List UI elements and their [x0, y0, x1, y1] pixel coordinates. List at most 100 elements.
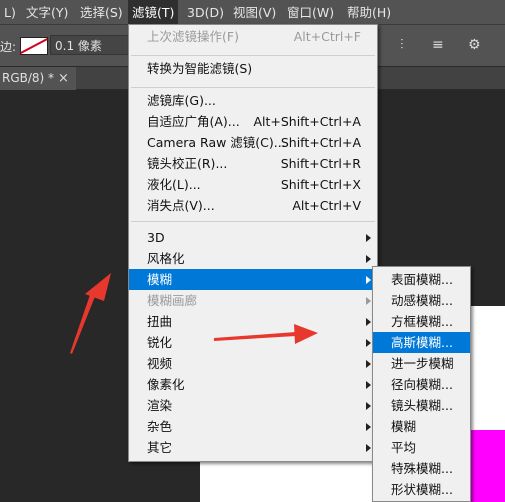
menu-item-shortcut: Shift+Ctrl+R: [280, 156, 361, 171]
menu-item-blur-gallery: 模糊画廊: [129, 290, 377, 311]
menu-item-label: 液化(L)...: [147, 177, 201, 192]
menu-item-label: 像素化: [147, 377, 185, 392]
menu-item-last-filter: 上次滤镜操作(F) Alt+Ctrl+F: [129, 26, 377, 47]
menu-item-label: 杂色: [147, 419, 173, 434]
submenu-arrow-icon: [366, 360, 371, 368]
stroke-color-swatch[interactable]: [20, 37, 48, 55]
submenu-arrow-icon: [366, 255, 371, 263]
menu-select[interactable]: 选择(S): [76, 0, 127, 25]
menu-separator: [131, 55, 375, 56]
submenu-arrow-icon: [366, 444, 371, 452]
menu-item-shortcut: Alt+Shift+Ctrl+A: [253, 114, 361, 129]
menu-item-label: 特殊模糊...: [391, 461, 453, 476]
submenu-arrow-icon: [366, 381, 371, 389]
menu-item-noise[interactable]: 杂色: [129, 416, 377, 437]
menu-item-label: 渲染: [147, 398, 173, 413]
menu-item-label: 转换为智能滤镜(S): [147, 61, 253, 76]
menu-item-label: 表面模糊...: [391, 272, 453, 287]
menu-item-video[interactable]: 视频: [129, 353, 377, 374]
menu-help[interactable]: 帮助(H): [343, 0, 395, 25]
menu-item-label: 模糊: [391, 419, 417, 434]
menu-filter[interactable]: 滤镜(T): [128, 0, 179, 25]
menu-view[interactable]: 视图(V): [229, 0, 280, 25]
menu-item-camera-raw[interactable]: Camera Raw 滤镜(C)... Shift+Ctrl+A: [129, 132, 377, 153]
menu-item-label: 方框模糊...: [391, 314, 453, 329]
gear-icon[interactable]: ⚙: [468, 37, 481, 53]
close-icon[interactable]: ×: [58, 67, 69, 90]
stroke-label: 边:: [0, 40, 17, 54]
menu-item-label: 自适应广角(A)...: [147, 114, 240, 129]
menu-item-convert-smart-filter[interactable]: 转换为智能滤镜(S): [129, 58, 377, 79]
stroke-width-field[interactable]: 0.1 像素: [50, 35, 130, 55]
menu-item-liquify[interactable]: 液化(L)... Shift+Ctrl+X: [129, 174, 377, 195]
menu-item-blur[interactable]: 模糊: [129, 269, 377, 290]
menu-item-label: 径向模糊...: [391, 377, 453, 392]
blur-submenu: 表面模糊... 动感模糊... 方框模糊... 高斯模糊... 进一步模糊 径向…: [372, 266, 471, 502]
menu-window[interactable]: 窗口(W): [283, 0, 338, 25]
submenu-item-surface-blur[interactable]: 表面模糊...: [373, 269, 470, 290]
menu-item-label: 模糊: [147, 272, 173, 287]
menu-item-label: 上次滤镜操作(F): [147, 29, 239, 44]
menu-item-label: 扭曲: [147, 314, 173, 329]
menu-item-label: 消失点(V)...: [147, 198, 215, 213]
menu-item-label: 其它: [147, 440, 173, 455]
menu-separator: [131, 221, 375, 222]
menu-item-label: 锐化: [147, 335, 173, 350]
menu-item-label: 滤镜库(G)...: [147, 93, 216, 108]
submenu-arrow-icon: [366, 339, 371, 347]
menu-separator: [131, 87, 375, 88]
menu-item-label: 动感模糊...: [391, 293, 453, 308]
document-tab[interactable]: RGB/8) * ×: [0, 67, 76, 90]
menu-item-vanishing-point[interactable]: 消失点(V)... Alt+Ctrl+V: [129, 195, 377, 216]
submenu-item-radial-blur[interactable]: 径向模糊...: [373, 374, 470, 395]
menu-3d[interactable]: 3D(D): [183, 0, 228, 25]
menu-item-filter-gallery[interactable]: 滤镜库(G)...: [129, 90, 377, 111]
arrange-icon[interactable]: ≡: [432, 37, 444, 53]
menu-type[interactable]: 文字(Y): [22, 0, 72, 25]
menu-item-label: 形状模糊...: [391, 482, 453, 497]
submenu-item-gaussian-blur[interactable]: 高斯模糊...: [373, 332, 470, 353]
menu-item-other[interactable]: 其它: [129, 437, 377, 458]
submenu-item-box-blur[interactable]: 方框模糊...: [373, 311, 470, 332]
menu-item-lens-correction[interactable]: 镜头校正(R)... Shift+Ctrl+R: [129, 153, 377, 174]
menu-item-label: 镜头模糊...: [391, 398, 453, 413]
menu-item-label: 模糊画廊: [147, 293, 198, 308]
submenu-item-shape-blur[interactable]: 形状模糊...: [373, 479, 470, 500]
menu-item-render[interactable]: 渲染: [129, 395, 377, 416]
menu-item-label: 风格化: [147, 251, 185, 266]
menu-item-label: Camera Raw 滤镜(C)...: [147, 135, 286, 150]
menu-item-shortcut: Alt+Ctrl+V: [292, 198, 361, 213]
menu-item-label: 高斯模糊...: [391, 335, 453, 350]
menu-item-shortcut: Shift+Ctrl+A: [280, 135, 361, 150]
menu-item-label: 进一步模糊: [391, 356, 454, 371]
menu-item-label: 平均: [391, 440, 417, 455]
menu-item-adaptive-wide-angle[interactable]: 自适应广角(A)... Alt+Shift+Ctrl+A: [129, 111, 377, 132]
submenu-item-lens-blur[interactable]: 镜头模糊...: [373, 395, 470, 416]
menu-layer[interactable]: L): [0, 0, 20, 25]
menu-item-3d[interactable]: 3D: [129, 227, 377, 248]
menu-item-pixelate[interactable]: 像素化: [129, 374, 377, 395]
menu-item-label: 镜头校正(R)...: [147, 156, 228, 171]
submenu-item-blur-more[interactable]: 进一步模糊: [373, 353, 470, 374]
submenu-arrow-icon: [366, 402, 371, 410]
submenu-item-motion-blur[interactable]: 动感模糊...: [373, 290, 470, 311]
annotation-arrow-up: [70, 273, 111, 354]
submenu-arrow-icon: [366, 234, 371, 242]
submenu-item-blur[interactable]: 模糊: [373, 416, 470, 437]
submenu-arrow-icon: [366, 318, 371, 326]
menu-item-shortcut: Alt+Ctrl+F: [293, 29, 361, 44]
menu-bar: L) 文字(Y) 选择(S) 滤镜(T) 3D(D) 视图(V) 窗口(W) 帮…: [0, 0, 505, 25]
menu-item-stylize[interactable]: 风格化: [129, 248, 377, 269]
menu-item-distort[interactable]: 扭曲: [129, 311, 377, 332]
submenu-item-smart-blur[interactable]: 特殊模糊...: [373, 458, 470, 479]
align-icon[interactable]: ⫶: [400, 37, 404, 53]
submenu-item-average[interactable]: 平均: [373, 437, 470, 458]
submenu-arrow-icon: [366, 276, 371, 284]
menu-item-label: 3D: [147, 230, 165, 245]
menu-item-shortcut: Shift+Ctrl+X: [280, 177, 361, 192]
menu-item-label: 视频: [147, 356, 173, 371]
menu-item-sharpen[interactable]: 锐化: [129, 332, 377, 353]
submenu-arrow-icon: [366, 297, 371, 305]
filter-dropdown-menu: 上次滤镜操作(F) Alt+Ctrl+F 转换为智能滤镜(S) 滤镜库(G)..…: [128, 24, 378, 462]
document-tab-title: RGB/8) *: [2, 71, 55, 85]
